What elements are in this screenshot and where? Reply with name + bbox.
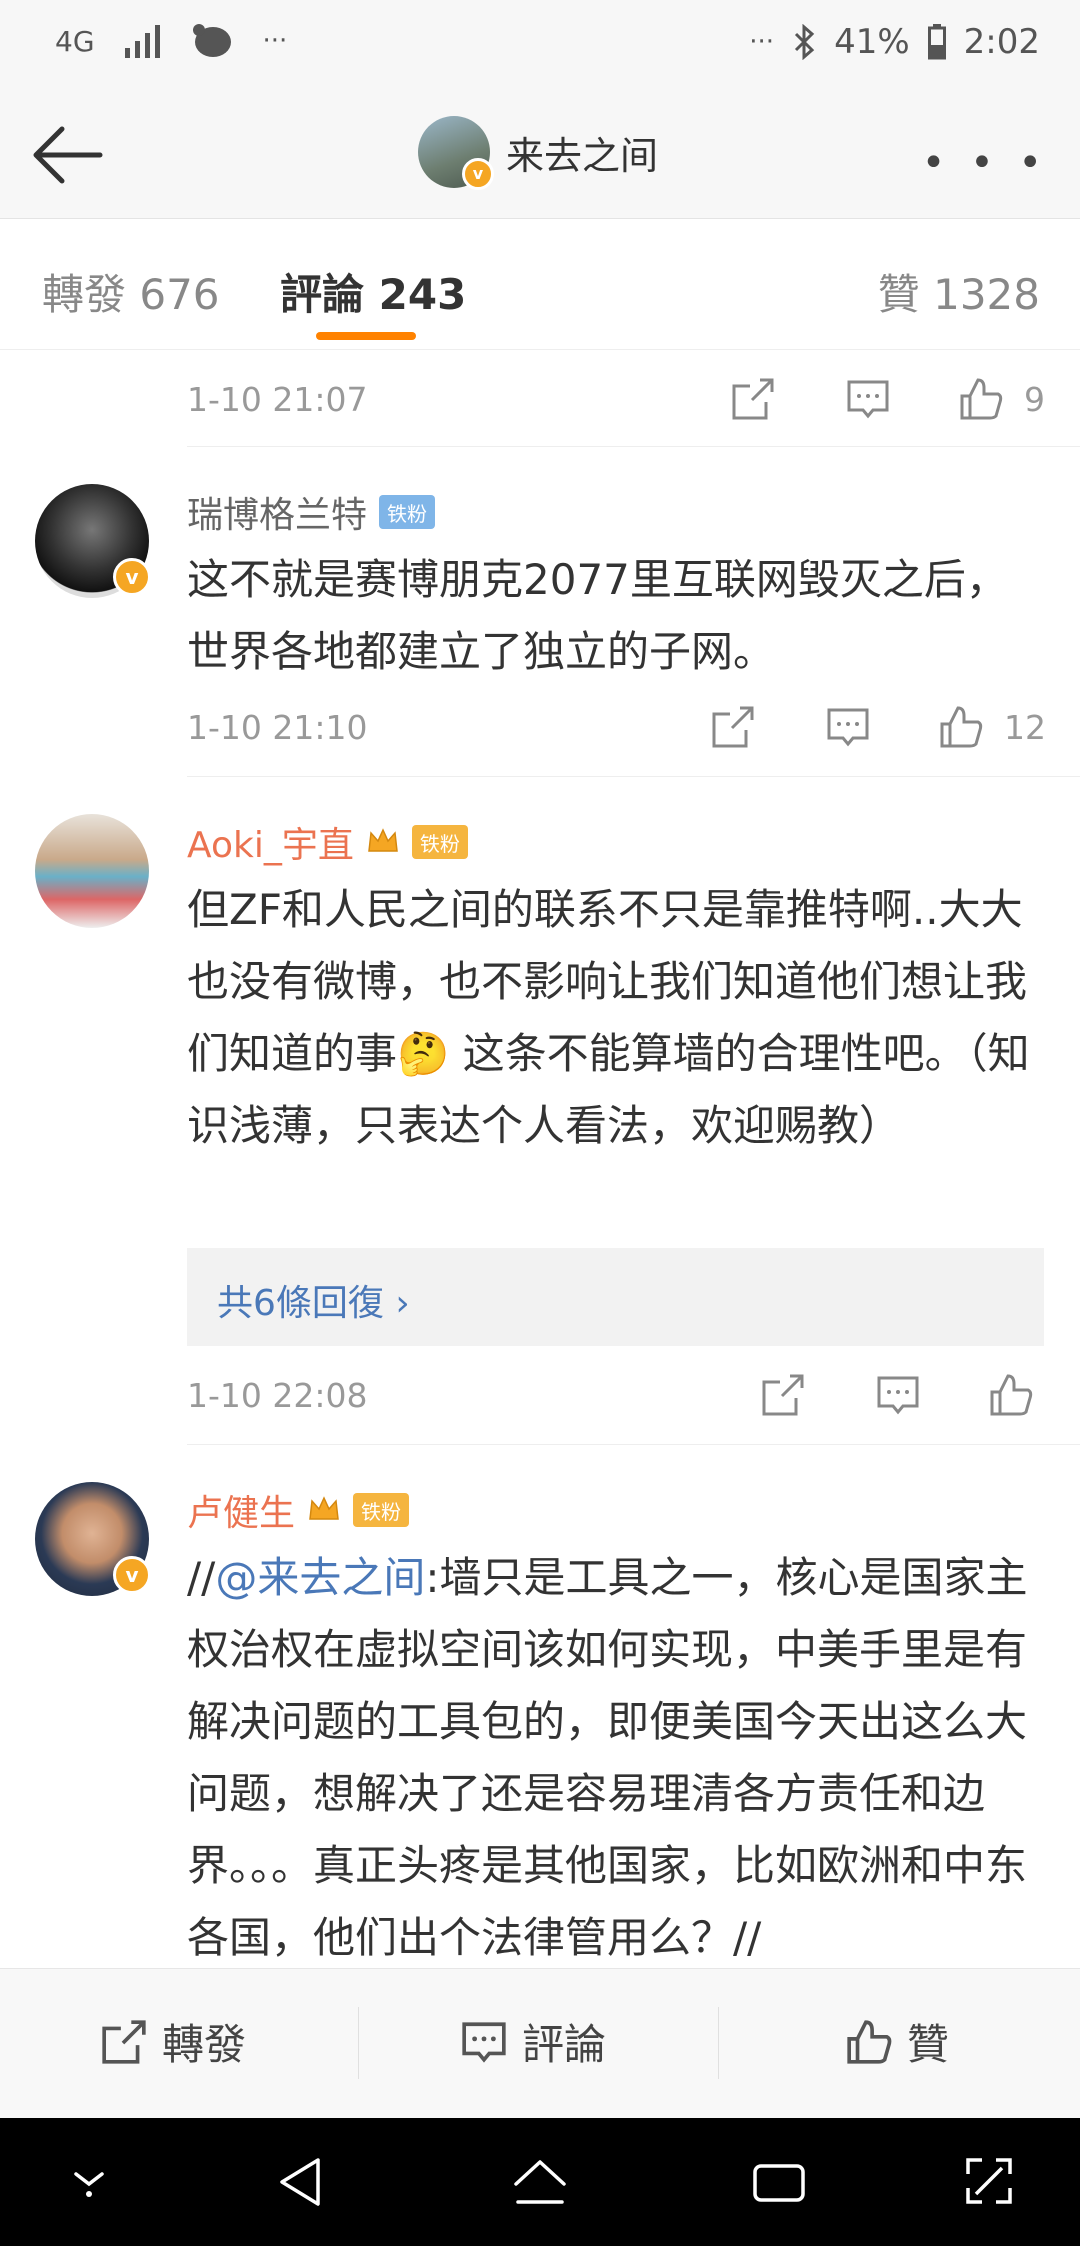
commenter-avatar[interactable] [35,814,149,928]
home-icon[interactable] [510,2154,570,2210]
like-label: 贊 [907,2020,950,2069]
more-notifications: ··· [262,26,288,56]
like-icon[interactable] [988,1372,1034,1418]
user-mention[interactable]: @来去之间 [215,1553,425,1602]
like-count: 9 [1024,380,1045,419]
separator [358,2007,359,2079]
comment-icon[interactable] [845,376,891,422]
comment-item: v 卢健生 铁粉 //@来去之间:墙只是工具之一，核心是国家主权治权在虚拟空间该… [0,1448,1080,1968]
comment-label: 評論 [522,2020,607,2069]
battery-percent: 41% [834,22,910,62]
divider [187,446,1080,447]
tab-bar: 轉發 676 評論 243 贊 1328 [0,219,1080,350]
fan-badge: 铁粉 [411,825,468,859]
comment-text: 这不就是赛博朋克2077里互联网毁灭之后，世界各地都建立了独立的子网。 [187,555,1008,676]
repost-icon[interactable] [730,376,776,422]
replies-label: 共6條回復 › [217,1283,410,1324]
bluetooth-icon [795,24,815,60]
top-nav-bar: v 来去之间 • • • [0,90,1080,219]
fan-badge: 铁粉 [379,495,436,529]
comment-actions: 1-10 21:07 9 [0,350,1080,450]
tab-comments[interactable]: 評論 243 [280,261,466,322]
commenter-avatar[interactable]: v [35,1482,151,1596]
app-notification-icon [192,24,231,57]
comment-time: 1-10 21:10 [187,708,368,747]
tab-likes[interactable]: 贊 1328 [878,261,1040,322]
repost-icon[interactable] [760,1372,806,1418]
comment-list[interactable]: 1-10 21:07 9 v 瑞博格兰特 铁粉 这不就是赛博朋克2077里互联网… [0,350,1080,1968]
divider [187,776,1080,777]
comment-icon[interactable] [825,704,871,750]
commenter-avatar[interactable]: v [35,484,151,598]
verified-badge-icon: v [113,1556,151,1594]
fan-badge: 铁粉 [353,1493,410,1527]
status-dots: ··· [749,27,775,57]
like-icon[interactable] [958,376,1004,422]
comment-item: Aoki_宇直 铁粉 但ZF和人民之间的联系不只是靠推特啊..大大也没有微博，也… [0,780,1080,1448]
network-indicator: 4G [55,24,95,58]
like-icon[interactable] [938,704,984,750]
divider [187,1444,1080,1445]
separator [718,2007,719,2079]
repost-icon [102,2019,146,2064]
back-arrow-icon[interactable] [28,120,108,190]
repost-button[interactable]: 轉發 [100,2011,246,2072]
back-icon[interactable] [274,2154,330,2210]
like-button[interactable]: 贊 [845,2011,949,2072]
commenter-name-row: Aoki_宇直 铁粉 [187,816,468,868]
like-count: 12 [1004,708,1046,747]
more-options-icon[interactable]: • • • [922,140,1048,186]
hide-keyboard-icon[interactable] [64,2154,114,2204]
repost-label: 轉發 [162,2020,247,2069]
crown-icon [368,828,398,852]
tab-reposts[interactable]: 轉發 676 [42,261,220,322]
comment-item: v 瑞博格兰特 铁粉 这不就是赛博朋克2077里互联网毁灭之后，世界各地都建立了… [0,450,1080,780]
user-avatar[interactable]: v [418,116,494,190]
comment-text: //@来去之间:墙只是工具之一，核心是国家主权治权在虚拟空间该如何实现，中美手里… [187,1553,1028,1962]
screen-expand-icon[interactable] [962,2154,1016,2208]
commenter-name[interactable]: 卢健生 [187,1484,295,1536]
signal-icon [124,25,160,58]
comment-time: 1-10 21:07 [187,380,368,419]
nav-user[interactable]: v 来去之间 [418,116,659,190]
active-tab-indicator [316,332,416,340]
commenter-name[interactable]: 瑞博格兰特 [187,486,367,538]
recent-apps-icon[interactable] [750,2154,808,2210]
system-navigation-bar [0,2118,1080,2246]
crown-icon [309,1496,339,1520]
bottom-action-bar: 轉發 評論 贊 [0,1968,1080,2119]
comment-icon[interactable] [875,1372,921,1418]
status-bar: 4G ··· ··· 41% 2:02 [0,0,1080,90]
verified-badge-icon: v [462,158,494,190]
verified-badge-icon: v [113,558,151,596]
view-replies-button[interactable]: 共6條回復 › [187,1248,1044,1346]
battery-icon [927,24,946,60]
comment-icon [462,2021,506,2063]
comment-time: 1-10 22:08 [187,1376,368,1415]
thinking-emoji-icon: 🤔 [397,1029,450,1078]
commenter-name-row: 瑞博格兰特 铁粉 [187,486,436,538]
repost-icon[interactable] [710,704,756,750]
page-title: 来去之间 [506,133,659,178]
commenter-name[interactable]: Aoki_宇直 [187,816,354,868]
comment-text: 但ZF和人民之间的联系不只是靠推特啊..大大也没有微博，也不影响让我们知道他们想… [187,885,1030,1150]
clock: 2:02 [963,22,1040,62]
like-icon [847,2019,892,2064]
comment-button[interactable]: 評論 [460,2011,606,2072]
commenter-name-row: 卢健生 铁粉 [187,1484,410,1536]
